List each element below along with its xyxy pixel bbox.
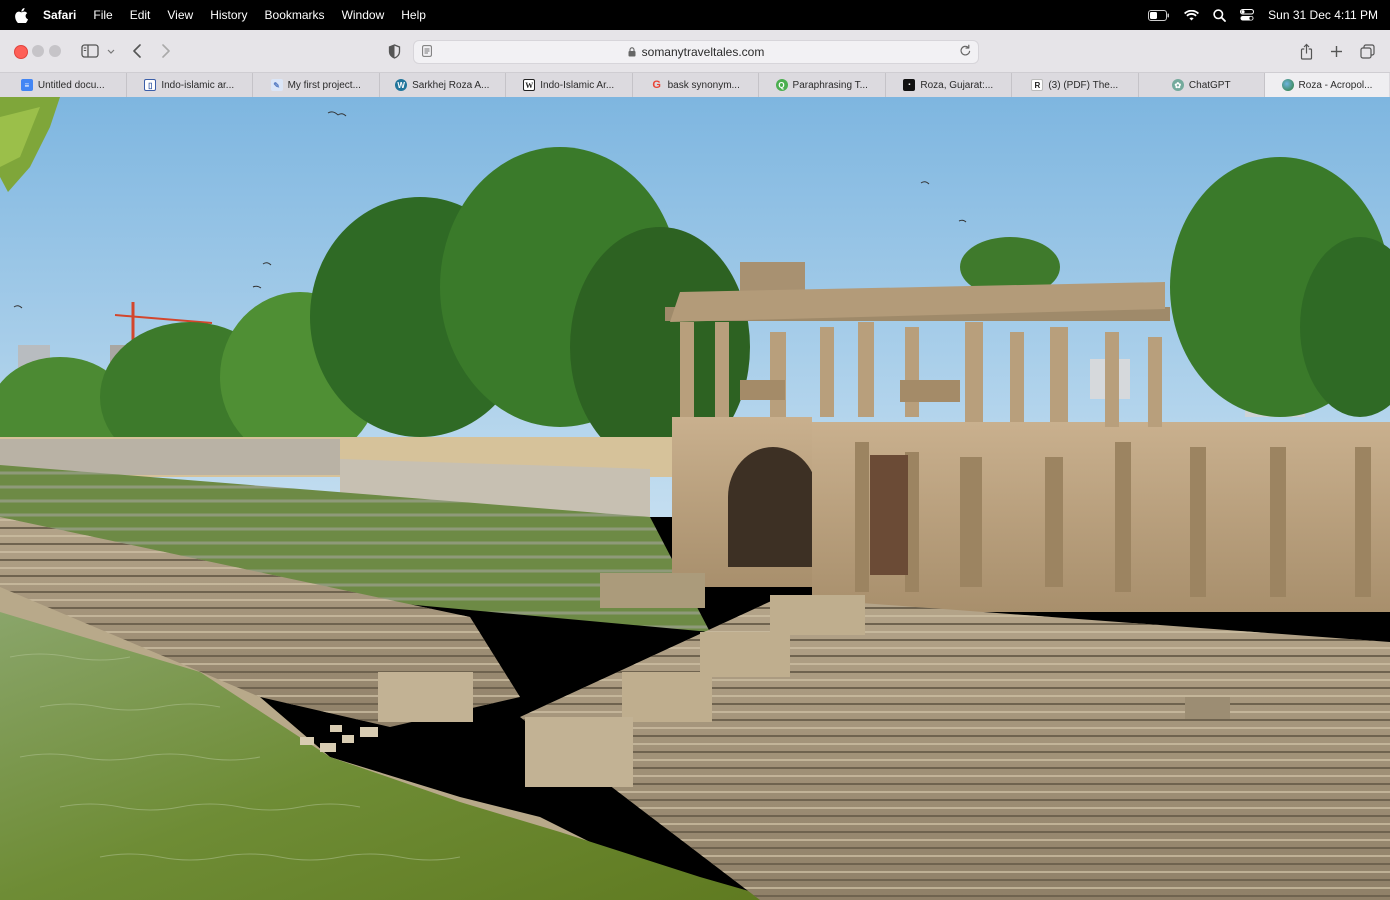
tab-item[interactable]: W Indo-Islamic Ar... [506,73,633,97]
sidebar-toggle-icon[interactable] [78,39,118,63]
tab-item[interactable]: ▯ Indo-islamic ar... [127,73,253,97]
photo-ancient-stepwell-monument [0,97,1390,900]
tab-item[interactable]: ≡ Untitled docu... [0,73,127,97]
address-bar[interactable]: somanytraveltales.com [413,40,979,64]
tab-title: Indo-islamic ar... [161,79,235,91]
plus-icon[interactable] [1326,39,1346,63]
google-icon: G [652,79,661,91]
tab-title: My first project... [287,79,361,91]
battery-icon[interactable] [1148,9,1170,21]
apple-logo-icon[interactable] [0,7,42,23]
project-icon: ✎ [270,79,283,91]
menu-bookmarks[interactable]: Bookmarks [257,8,334,22]
researchgate-icon: R [1031,79,1044,91]
tab-title: (3) (PDF) The... [1048,79,1119,91]
window-close-button[interactable] [14,45,28,59]
window-minimize-button[interactable] [32,45,44,57]
wikipedia-icon: W [523,79,536,91]
tab-item[interactable]: W Sarkhej Roza A... [380,73,506,97]
google-docs-icon: ≡ [20,79,33,91]
window-zoom-button[interactable] [49,45,61,57]
menu-bar: Safari File Edit View History Bookmarks … [0,0,1390,30]
tab-item[interactable]: ▪ Roza, Gujarat:... [886,73,1012,97]
privacy-report-shield-icon[interactable] [384,39,404,63]
tab-title: ChatGPT [1188,79,1231,91]
tab-item[interactable]: ✿ ChatGPT [1139,73,1265,97]
reader-page-icon[interactable] [422,45,432,60]
tab-title: Untitled docu... [37,79,105,91]
menu-history[interactable]: History [202,8,256,22]
tab-bar: ≡ Untitled docu... ▯ Indo-islamic ar... … [0,72,1390,98]
tab-item[interactable]: ✎ My first project... [253,73,380,97]
share-icon[interactable] [1296,39,1316,63]
spotlight-search-icon[interactable] [1213,8,1227,22]
control-center-icon[interactable] [1240,9,1255,21]
tab-title: Paraphrasing T... [792,79,868,91]
quillbot-icon: Q [775,79,788,91]
web-content-photo [0,97,1390,900]
menu-window[interactable]: Window [334,8,394,22]
menu-help[interactable]: Help [393,8,435,22]
tab-item[interactable]: G bask synonym... [633,73,759,97]
document-icon: ▯ [144,79,157,91]
tab-title: Indo-Islamic Ar... [540,79,615,91]
tab-title: Sarkhej Roza A... [412,79,490,91]
chatgpt-icon: ✿ [1171,79,1184,91]
wifi-icon[interactable] [1184,9,1200,21]
reload-icon[interactable] [959,44,972,60]
tab-item[interactable]: R (3) (PDF) The... [1012,73,1139,97]
tab-item[interactable]: Q Paraphrasing T... [759,73,886,97]
lock-icon [628,47,636,57]
chevron-right-icon[interactable] [157,39,175,63]
menu-app-name[interactable]: Safari [42,8,85,22]
tab-title: Roza - Acropol... [1298,79,1373,91]
menu-edit[interactable]: Edit [122,8,160,22]
tab-title: bask synonym... [667,79,740,91]
site-logo-icon: ▪ [903,79,916,91]
safari-toolbar: somanytraveltales.com [0,30,1390,72]
address-url: somanytraveltales.com [641,45,765,59]
menu-clock[interactable]: Sun 31 Dec 4:11 PM [1268,8,1378,22]
tab-title: Roza, Gujarat:... [920,79,994,91]
wordpress-icon: W [395,79,408,91]
globe-icon [1281,79,1294,91]
status-area: Sun 31 Dec 4:11 PM [1148,0,1390,30]
chevron-left-icon[interactable] [128,39,146,63]
menu-view[interactable]: View [159,8,202,22]
tab-overview-icon[interactable] [1357,39,1377,63]
tab-item-active[interactable]: Roza - Acropol... [1265,73,1389,97]
menu-file[interactable]: File [85,8,121,22]
